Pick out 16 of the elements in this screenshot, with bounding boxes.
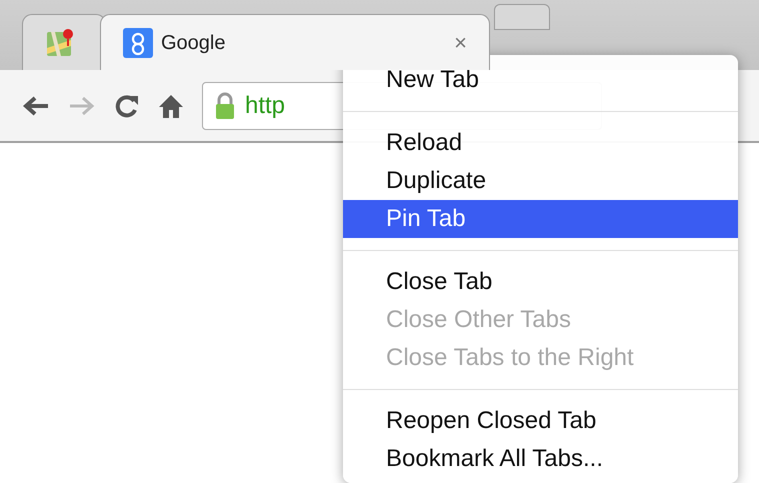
close-tab-icon[interactable]: ×: [454, 26, 467, 59]
menu-item[interactable]: Close Tab: [343, 263, 738, 301]
menu-item[interactable]: Duplicate: [343, 162, 738, 200]
menu-item[interactable]: Bookmark All Tabs...: [343, 440, 738, 478]
map-pin-icon: [45, 28, 75, 58]
url-text: http: [245, 90, 286, 120]
browser-tab[interactable]: Google ×: [100, 14, 490, 70]
back-arrow-icon[interactable]: [22, 94, 50, 118]
home-icon[interactable]: [158, 92, 184, 118]
menu-item[interactable]: Pin Tab: [343, 200, 738, 238]
reload-icon[interactable]: [114, 92, 140, 118]
google-icon: [123, 28, 153, 58]
menu-item[interactable]: Reopen Closed Tab: [343, 402, 738, 440]
tab-title: Google: [161, 30, 226, 56]
lock-icon: [215, 92, 235, 120]
menu-item[interactable]: Reload: [343, 124, 738, 162]
